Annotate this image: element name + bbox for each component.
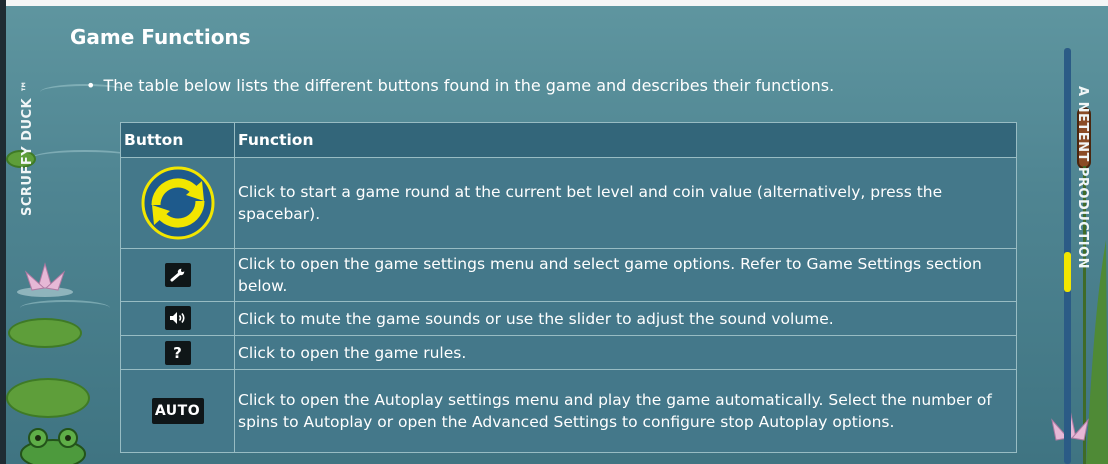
table-row: ? Click to open the game rules.: [120, 335, 1017, 370]
wrench-icon: [164, 262, 191, 287]
table-row: Click to start a game round at the curre…: [120, 157, 1017, 249]
function-description: Click to open the Autoplay settings menu…: [234, 369, 1017, 453]
button-cell: [120, 248, 235, 302]
button-cell: [120, 301, 235, 336]
water-ripple: [20, 300, 110, 316]
button-cell: ?: [120, 335, 235, 370]
table-row: Click to open the game settings menu and…: [120, 248, 1017, 302]
lotus-flower-icon: [17, 262, 73, 297]
bullet-icon: •: [86, 76, 96, 95]
button-cell: AUTO: [120, 369, 235, 453]
function-description: Click to open the game settings menu and…: [234, 248, 1017, 302]
table-header-row: Button Function: [120, 122, 1017, 158]
production-credit-vertical: A NETENT PRODUCTION: [1075, 86, 1090, 269]
autoplay-icon: AUTO: [151, 398, 204, 424]
button-cell: [120, 157, 235, 249]
table-row: Click to mute the game sounds or use the…: [120, 301, 1017, 336]
page-title: Game Functions: [70, 25, 251, 49]
column-header-button: Button: [120, 122, 235, 158]
intro-text: • The table below lists the different but…: [86, 76, 834, 95]
game-title-vertical: SCRUFFY DUCK ™: [20, 79, 35, 216]
spin-icon: [141, 166, 214, 240]
table-row: AUTO Click to open the Autoplay settings…: [120, 369, 1017, 453]
intro-text-content: The table below lists the different butt…: [103, 76, 835, 95]
question-icon: ?: [164, 340, 191, 365]
lily-pad-icon: [6, 378, 90, 418]
frog-icon: [20, 428, 86, 464]
button-functions-table: Button Function Click to start a game ro…: [120, 122, 1017, 453]
window-top-edge: [0, 0, 1108, 6]
function-description: Click to start a game round at the curre…: [234, 157, 1017, 249]
speaker-icon: [164, 306, 191, 330]
function-description: Click to mute the game sounds or use the…: [234, 301, 1017, 336]
lily-pad-icon: [8, 318, 82, 348]
window-left-edge: [0, 0, 6, 464]
scrollbar-thumb[interactable]: [1064, 252, 1071, 292]
function-description: Click to open the game rules.: [234, 335, 1017, 370]
column-header-function: Function: [234, 122, 1017, 158]
